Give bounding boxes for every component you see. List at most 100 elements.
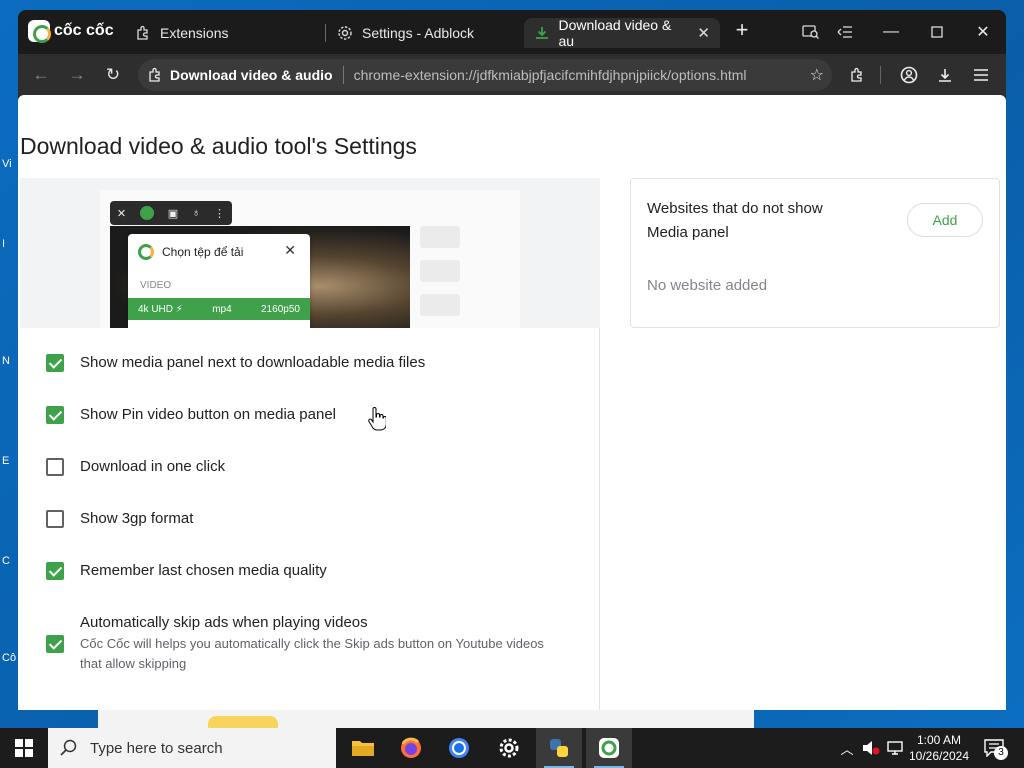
preview-format: mp4: [212, 303, 232, 315]
search-tabs-icon[interactable]: [798, 20, 824, 44]
preview-section-label: VIDEO: [140, 280, 172, 291]
desktop-icon-label[interactable]: Vi: [2, 158, 12, 170]
option-skip-ads[interactable]: Automatically skip ads when playing vide…: [46, 614, 550, 674]
option-download-one-click[interactable]: Download in one click: [46, 458, 225, 476]
preview-popup-close-icon: ✕: [284, 242, 296, 258]
tab-settings-adblock[interactable]: Settings - Adblock: [326, 18, 484, 48]
websites-card: Websites that do not show Media panel Ad…: [630, 178, 1000, 328]
preview-quality: 4k UHD ⚡: [138, 303, 183, 315]
settings-gear-icon[interactable]: [486, 728, 532, 768]
option-label: Show Pin video button on media panel: [80, 406, 337, 423]
option-label: Show media panel next to downloadable me…: [80, 354, 426, 371]
tab-label: Settings - Adblock: [362, 25, 475, 41]
feature-preview-image: ✕ ▣ ♁ ⋮ Chọn tệp để tải ✕ VIDEO 4k UHD ⚡…: [20, 178, 600, 328]
checkbox-checked[interactable]: [46, 635, 64, 653]
option-label: Remember last chosen media quality: [80, 562, 327, 579]
browser-toolbar: ← → ↻ Download video & audio chrome-exte…: [18, 54, 1006, 96]
gear-icon: [336, 24, 354, 42]
option-label: Show 3gp format: [80, 510, 194, 527]
preview-resolution: 2160p50: [261, 303, 300, 315]
menu-hamburger-icon[interactable]: [968, 63, 994, 87]
preview-close-icon: ✕: [116, 207, 127, 220]
reload-icon[interactable]: ↻: [100, 63, 126, 87]
back-arrow-icon[interactable]: ←: [28, 63, 54, 87]
preview-more-icon: ⋮: [214, 207, 226, 220]
minimize-button[interactable]: —: [878, 20, 904, 44]
websites-card-title: Websites that do not show Media panel: [647, 200, 823, 241]
desktop-icon-label[interactable]: E: [2, 455, 9, 467]
network-icon[interactable]: [884, 728, 906, 768]
preview-bulb-icon: ♁: [191, 207, 201, 219]
option-description: Cốc Cốc will helps you automatically cli…: [80, 636, 544, 671]
downloads-icon[interactable]: [932, 63, 958, 87]
tab-strip: cốc cốc Extensions Settings - Adblock Do…: [18, 10, 1006, 54]
tab-label: Extensions: [160, 25, 229, 41]
preview-placeholder-lines: [420, 226, 520, 328]
desktop-icon-label[interactable]: I: [2, 238, 5, 250]
option-remember-quality[interactable]: Remember last chosen media quality: [46, 562, 327, 580]
file-explorer-icon[interactable]: [340, 728, 386, 768]
show-hidden-icons-chevron-icon[interactable]: ︿: [836, 728, 858, 768]
volume-muted-icon[interactable]: [860, 728, 882, 768]
puzzle-icon: [134, 24, 152, 42]
chrome-icon[interactable]: [436, 728, 482, 768]
websites-empty-text: No website added: [647, 277, 768, 294]
coccoc-logo-icon: [138, 244, 154, 260]
desktop-icon-label[interactable]: C: [2, 555, 10, 567]
option-show-pin-button[interactable]: Show Pin video button on media panel: [46, 406, 336, 424]
notification-count-badge: 3: [994, 746, 1008, 760]
taskbar: Type here to search ︿ 1:00 AM 10/26/2024…: [0, 728, 1024, 768]
option-show-media-panel[interactable]: Show media panel next to downloadable me…: [46, 354, 425, 372]
toolbar-separator: [880, 66, 881, 84]
checkbox-checked[interactable]: [46, 354, 64, 372]
search-icon: [60, 739, 77, 756]
desktop-icon-label[interactable]: Cô: [2, 652, 16, 664]
address-bar-url[interactable]: chrome-extension://jdfkmiabjpfjacifcmihf…: [354, 67, 747, 83]
address-bar[interactable]: Download video & audio chrome-extension:…: [138, 59, 832, 91]
preview-media-toolbar: ✕ ▣ ♁ ⋮: [110, 201, 232, 225]
checkbox-checked[interactable]: [46, 562, 64, 580]
firefox-icon[interactable]: [388, 728, 434, 768]
tab-extensions[interactable]: Extensions: [124, 18, 238, 48]
address-bar-separator: [342, 66, 344, 84]
tab-label: Download video & au: [558, 17, 672, 49]
clock-date: 10/26/2024: [908, 749, 970, 763]
search-placeholder: Type here to search: [90, 739, 223, 757]
desktop-icon-label[interactable]: N: [2, 355, 10, 367]
page-title: Download video & audio tool's Settings: [20, 133, 417, 159]
coccoc-browser-icon[interactable]: [586, 728, 632, 768]
coccoc-logo-icon: [28, 20, 51, 43]
address-bar-title: Download video & audio: [170, 67, 333, 83]
extension-puzzle-icon: [146, 66, 164, 84]
preview-download-popup: Chọn tệp để tải ✕ VIDEO 4k UHD ⚡ mp4 216…: [128, 234, 310, 328]
tab-list-icon[interactable]: [832, 20, 858, 44]
windows-logo-icon: [15, 739, 33, 757]
tab-close-icon[interactable]: ✕: [697, 24, 710, 42]
profile-icon[interactable]: [896, 63, 922, 87]
new-tab-button[interactable]: +: [730, 19, 754, 43]
python-app-icon[interactable]: [536, 728, 582, 768]
bookmark-star-icon[interactable]: ☆: [810, 65, 824, 85]
checkbox-unchecked[interactable]: [46, 458, 64, 476]
notification-center-icon[interactable]: 3: [980, 734, 1008, 762]
add-website-button[interactable]: Add: [907, 203, 983, 237]
start-button[interactable]: [0, 728, 48, 768]
checkbox-checked[interactable]: [46, 406, 64, 424]
forward-arrow-icon[interactable]: →: [64, 63, 90, 87]
close-window-button[interactable]: ✕: [970, 20, 996, 44]
maximize-button[interactable]: [924, 20, 950, 44]
browser-logo[interactable]: cốc cốc: [28, 20, 114, 43]
hand-cursor-icon: [368, 407, 387, 431]
taskbar-search[interactable]: Type here to search: [48, 728, 336, 768]
settings-page: Download video & audio tool's Settings ✕…: [18, 95, 1006, 710]
options-panel: ✕ ▣ ♁ ⋮ Chọn tệp để tải ✕ VIDEO 4k UHD ⚡…: [20, 178, 600, 710]
tab-download-video[interactable]: Download video & au ✕: [524, 17, 720, 49]
system-clock[interactable]: 1:00 AM 10/26/2024: [904, 732, 974, 764]
option-text-block: Automatically skip ads when playing vide…: [80, 614, 550, 674]
checkbox-unchecked[interactable]: [46, 510, 64, 528]
preview-popup-title: Chọn tệp để tải: [162, 245, 244, 259]
preview-pip-icon: ▣: [167, 207, 179, 220]
option-label: Automatically skip ads when playing vide…: [80, 614, 368, 631]
extensions-puzzle-icon[interactable]: [844, 63, 870, 87]
option-show-3gp[interactable]: Show 3gp format: [46, 510, 193, 528]
